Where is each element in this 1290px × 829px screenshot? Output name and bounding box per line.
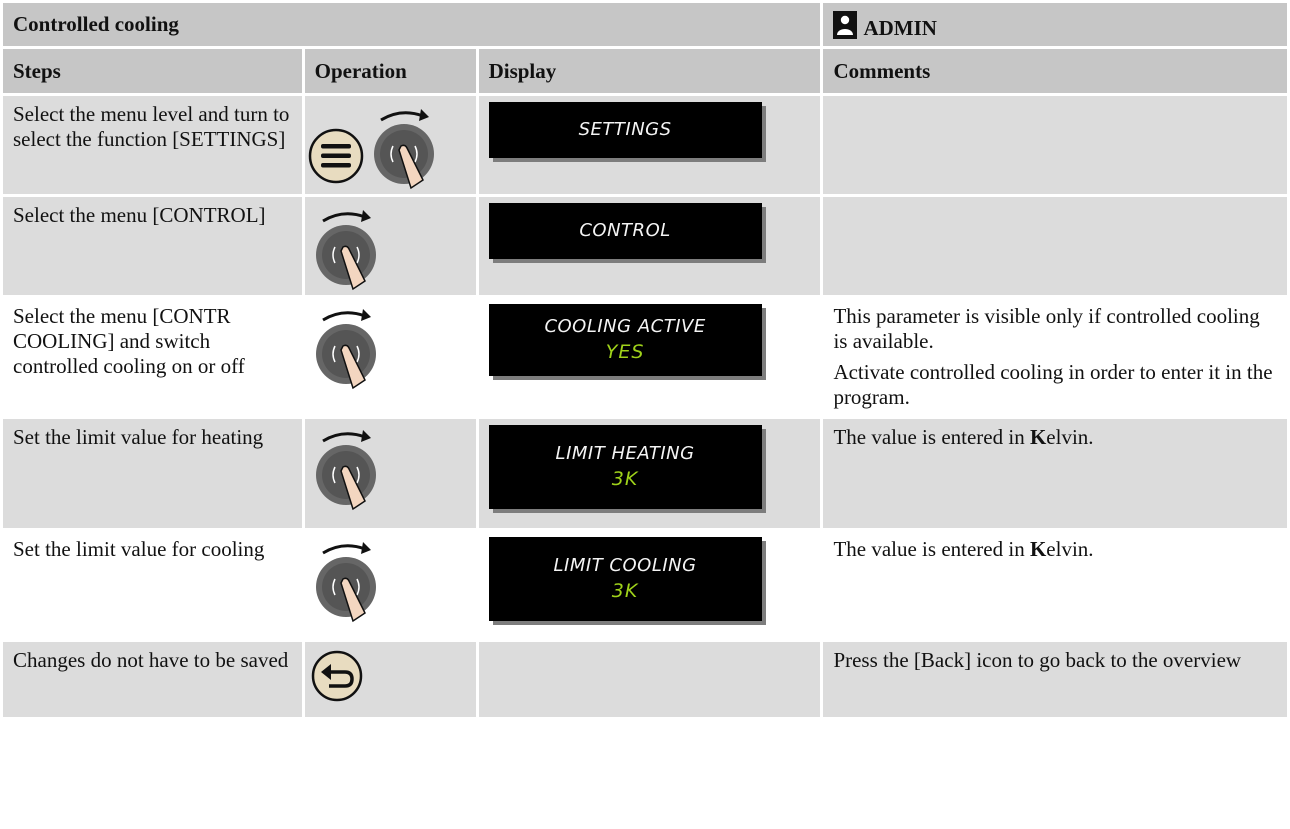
lcd-line-1: LIMIT COOLING — [553, 555, 697, 576]
rotary-knob-icon — [315, 542, 376, 623]
comment-text: Press the [Back] icon to go back to the … — [833, 648, 1242, 672]
col-operation: Operation — [304, 49, 476, 93]
display-cell: CONTROL — [478, 197, 821, 295]
table-row: Set the limit value for heating LIMIT HE… — [3, 419, 1287, 528]
page-title: Controlled cooling — [13, 12, 179, 36]
comment-cell — [823, 197, 1287, 295]
comment-cell: Press the [Back] icon to go back to the … — [823, 642, 1287, 717]
title-row: Controlled cooling ADMIN — [3, 3, 1287, 46]
lcd-display: SETTINGS — [488, 102, 762, 158]
table-row: Set the limit value for cooling LIMIT CO… — [3, 531, 1287, 639]
lcd-line-2: 3K — [611, 468, 639, 490]
lcd-line-1: SETTINGS — [578, 119, 672, 140]
lcd-line-1: COOLING ACTIVE — [544, 316, 706, 337]
step-text: Select the menu [CONTR COOLING] and swit… — [13, 304, 245, 378]
step-cell: Set the limit value for heating — [3, 419, 302, 528]
comment-text: Activate controlled cooling in order to … — [833, 360, 1273, 409]
operation-cell — [304, 642, 476, 717]
display-cell: LIMIT COOLING 3K — [478, 531, 821, 639]
col-display: Display — [478, 49, 821, 93]
lcd-display: COOLING ACTIVE YES — [488, 304, 762, 376]
lcd-display: CONTROL — [488, 203, 762, 259]
comment-cell: The value is entered in Kelvin. — [823, 419, 1287, 528]
lcd-display: LIMIT HEATING 3K — [488, 425, 762, 509]
display-cell: COOLING ACTIVE YES — [478, 298, 821, 416]
operation-cell — [304, 531, 476, 639]
lcd-line-1: CONTROL — [579, 220, 671, 241]
col-comments-label: Comments — [833, 58, 931, 83]
step-text: Select the menu level and turn to select… — [13, 102, 290, 151]
rotary-knob-icon — [315, 309, 376, 390]
operation-cell — [304, 96, 476, 194]
column-header-row: Steps Operation Display Comments — [3, 49, 1287, 93]
step-cell: Select the menu [CONTROL] — [3, 197, 302, 295]
comment-text: The value is entered in Kelvin. — [833, 537, 1094, 561]
step-text: Select the menu [CONTROL] — [13, 203, 266, 227]
back-button-icon — [311, 650, 362, 702]
col-display-label: Display — [488, 58, 557, 83]
display-cell: LIMIT HEATING 3K — [478, 419, 821, 528]
lcd-line-2: YES — [605, 341, 645, 363]
col-steps: Steps — [3, 49, 302, 93]
operation-cell — [304, 419, 476, 528]
title-cell: Controlled cooling — [3, 3, 821, 46]
rotary-knob-icon — [373, 109, 434, 190]
lcd-line-1: LIMIT HEATING — [555, 443, 695, 464]
menu-button-icon — [308, 128, 363, 184]
col-steps-label: Steps — [13, 58, 61, 83]
comment-cell: This parameter is visible only if contro… — [823, 298, 1287, 416]
table-row: Select the menu [CONTR COOLING] and swit… — [3, 298, 1287, 416]
step-text: Set the limit value for cooling — [13, 537, 265, 561]
lcd-display: LIMIT COOLING 3K — [488, 537, 762, 621]
step-cell: Select the menu level and turn to select… — [3, 96, 302, 194]
step-text: Set the limit value for heating — [13, 425, 264, 449]
comment-text: The value is entered in Kelvin. — [833, 425, 1094, 449]
col-comments: Comments — [823, 49, 1287, 93]
role-cell: ADMIN — [823, 3, 1287, 46]
step-cell: Set the limit value for cooling — [3, 531, 302, 639]
comment-text: This parameter is visible only if contro… — [833, 304, 1260, 353]
table-row: Changes do not have to be saved Press th… — [3, 642, 1287, 717]
instruction-table: Controlled cooling ADMIN Steps Operation… — [0, 0, 1290, 720]
comment-cell: The value is entered in Kelvin. — [823, 531, 1287, 639]
operation-cell — [304, 197, 476, 295]
table-row: Select the menu [CONTROL] CONTROL — [3, 197, 1287, 295]
operation-cell — [304, 298, 476, 416]
role-label: ADMIN — [863, 16, 937, 40]
display-cell: SETTINGS — [478, 96, 821, 194]
user-icon — [833, 10, 858, 39]
step-text: Changes do not have to be saved — [13, 648, 289, 672]
lcd-line-2: 3K — [611, 580, 639, 602]
comment-cell — [823, 96, 1287, 194]
col-operation-label: Operation — [314, 58, 407, 83]
rotary-knob-icon — [315, 210, 376, 291]
table-row: Select the menu level and turn to select… — [3, 96, 1287, 194]
rotary-knob-icon — [315, 430, 376, 511]
display-cell — [478, 642, 821, 717]
step-cell: Changes do not have to be saved — [3, 642, 302, 717]
step-cell: Select the menu [CONTR COOLING] and swit… — [3, 298, 302, 416]
